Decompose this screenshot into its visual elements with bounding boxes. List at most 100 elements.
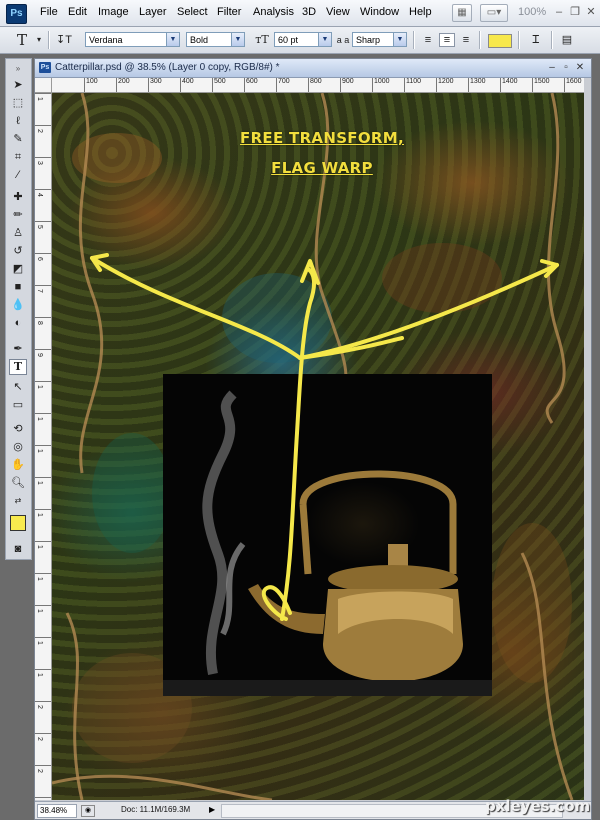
lasso-tool-icon[interactable]: ℓ: [9, 113, 27, 129]
shape-tool-icon[interactable]: ▭: [9, 397, 27, 413]
status-info-icon[interactable]: ◉: [81, 805, 95, 817]
align-right-icon[interactable]: ≡: [458, 33, 474, 47]
ruler-tick-label: 1500: [534, 78, 550, 85]
menu-filter[interactable]: Filter: [217, 6, 241, 18]
chevron-down-icon[interactable]: ▾: [31, 33, 47, 47]
ruler-tick-label: 1200: [438, 78, 454, 85]
status-menu-arrow-icon[interactable]: ▶: [209, 805, 215, 814]
gradient-tool-icon[interactable]: ■: [9, 279, 27, 295]
history-brush-tool-icon[interactable]: ↺: [9, 243, 27, 259]
screen-mode-icon[interactable]: ▭▾: [480, 4, 508, 22]
ruler-tick-label: 1: [36, 609, 43, 613]
ruler-tick-label: 300: [150, 78, 162, 85]
menu-layer[interactable]: Layer: [139, 6, 167, 18]
vertical-ruler[interactable]: 12345678911111111112222: [35, 93, 52, 800]
ruler-tick: [436, 78, 437, 92]
ruler-tick-label: 3: [36, 161, 43, 165]
ruler-tick-label: 7: [36, 289, 43, 293]
healing-brush-tool-icon[interactable]: ✚: [9, 189, 27, 205]
3d-rotate-tool-icon[interactable]: ⟲: [9, 421, 27, 437]
menu-image[interactable]: Image: [98, 6, 129, 18]
menu-analysis[interactable]: Analysis: [253, 6, 294, 18]
3d-orbit-tool-icon[interactable]: ◎: [9, 439, 27, 455]
canvas[interactable]: FREE TRANSFORM, FLAG WARP: [52, 93, 584, 800]
menu-file[interactable]: File: [40, 6, 58, 18]
restore-icon[interactable]: ❐: [568, 5, 582, 19]
ruler-tick: [35, 157, 51, 158]
menu-3d[interactable]: 3D: [302, 6, 316, 18]
menu-select[interactable]: Select: [177, 6, 208, 18]
doc-size-info[interactable]: Doc: 11.1M/169.3M: [121, 805, 190, 814]
eraser-tool-icon[interactable]: ◩: [9, 261, 27, 277]
type-tool-preset-icon[interactable]: T: [14, 33, 30, 48]
canvas-text-line2[interactable]: FLAG WARP: [172, 159, 472, 177]
text-color-swatch[interactable]: [488, 34, 512, 48]
dodge-tool-icon[interactable]: ◐: [9, 315, 27, 331]
psd-file-icon: Ps: [39, 62, 51, 73]
bridge-icon[interactable]: ▦: [452, 4, 472, 22]
close-icon[interactable]: ✕: [573, 61, 587, 74]
ruler-tick: [372, 78, 373, 92]
ruler-tick: [35, 445, 51, 446]
eyedropper-tool-icon[interactable]: ⁄: [9, 167, 27, 183]
horizontal-ruler[interactable]: 100 200 300 400 500 600 700 800 900 1000 1100 1200 1…: [52, 78, 584, 93]
minimize-icon[interactable]: –: [552, 5, 566, 19]
menu-view[interactable]: View: [326, 6, 350, 18]
swap-colors-icon[interactable]: ⇄: [9, 493, 27, 509]
ruler-tick: [35, 573, 51, 574]
antialias-select[interactable]: Sharp ▼: [352, 32, 407, 47]
brush-tool-icon[interactable]: ✏: [9, 207, 27, 223]
character-panel-icon[interactable]: ▤: [559, 33, 575, 47]
crop-tool-icon[interactable]: ⌗: [9, 149, 27, 165]
warp-text-icon[interactable]: Ꮖ: [528, 33, 544, 47]
ruler-tick: [35, 797, 51, 798]
ruler-tick: [35, 125, 51, 126]
zoom-field[interactable]: 38.48%: [37, 804, 77, 818]
font-style-select[interactable]: Bold ▼: [186, 32, 245, 47]
antialias-value: Sharp: [356, 35, 381, 45]
photoshop-logo-icon[interactable]: Ps: [6, 4, 27, 24]
foreground-color-swatch[interactable]: [10, 515, 26, 531]
ruler-tick: [212, 78, 213, 92]
align-center-icon[interactable]: ≡: [439, 33, 455, 47]
minimize-icon[interactable]: –: [545, 61, 559, 74]
clone-stamp-tool-icon[interactable]: ♙: [9, 225, 27, 241]
ruler-tick: [35, 413, 51, 414]
ruler-tick: [35, 253, 51, 254]
move-tool-icon[interactable]: ➤: [9, 77, 27, 93]
path-selection-tool-icon[interactable]: ↖: [9, 379, 27, 395]
align-left-icon[interactable]: ≡: [420, 33, 436, 47]
zoom-display[interactable]: 100%: [518, 6, 546, 18]
panel-collapse-icon[interactable]: »: [9, 61, 27, 77]
ruler-tick-label: 800: [310, 78, 322, 85]
document-tab[interactable]: Ps Catterpillar.psd @ 38.5% (Layer 0 cop…: [35, 59, 591, 78]
font-size-icon: ᴛT: [255, 33, 269, 46]
menu-help[interactable]: Help: [409, 6, 432, 18]
divider: [518, 31, 520, 49]
type-tool-icon[interactable]: T: [9, 359, 27, 375]
quick-selection-tool-icon[interactable]: ✎: [9, 131, 27, 147]
ruler-tick-label: 1100: [406, 78, 422, 85]
font-family-select[interactable]: Verdana ▼: [85, 32, 180, 47]
ruler-tick: [35, 381, 51, 382]
quick-mask-icon[interactable]: ◙: [9, 541, 27, 557]
close-icon[interactable]: ✕: [584, 5, 598, 19]
menu-edit[interactable]: Edit: [68, 6, 87, 18]
canvas-text-line1[interactable]: FREE TRANSFORM,: [172, 129, 472, 147]
menu-window[interactable]: Window: [360, 6, 399, 18]
pen-tool-icon[interactable]: ✒: [9, 341, 27, 357]
ruler-tick: [116, 78, 117, 92]
chevron-down-icon: ▼: [231, 33, 244, 46]
divider: [479, 31, 481, 49]
blur-tool-icon[interactable]: 💧: [9, 297, 27, 313]
marquee-tool-icon[interactable]: ⬚: [9, 95, 27, 111]
restore-icon[interactable]: ▫: [559, 61, 573, 74]
antialias-label: a a: [336, 35, 350, 45]
chevron-down-icon: ▼: [166, 33, 179, 46]
ruler-tick-label: 8: [36, 321, 43, 325]
zoom-tool-icon[interactable]: 🔍︎: [9, 475, 27, 491]
font-size-select[interactable]: 60 pt ▼: [274, 32, 332, 47]
ruler-origin[interactable]: [35, 78, 52, 93]
hand-tool-icon[interactable]: ✋: [9, 457, 27, 473]
orient-text-icon[interactable]: ↧T: [56, 33, 72, 47]
